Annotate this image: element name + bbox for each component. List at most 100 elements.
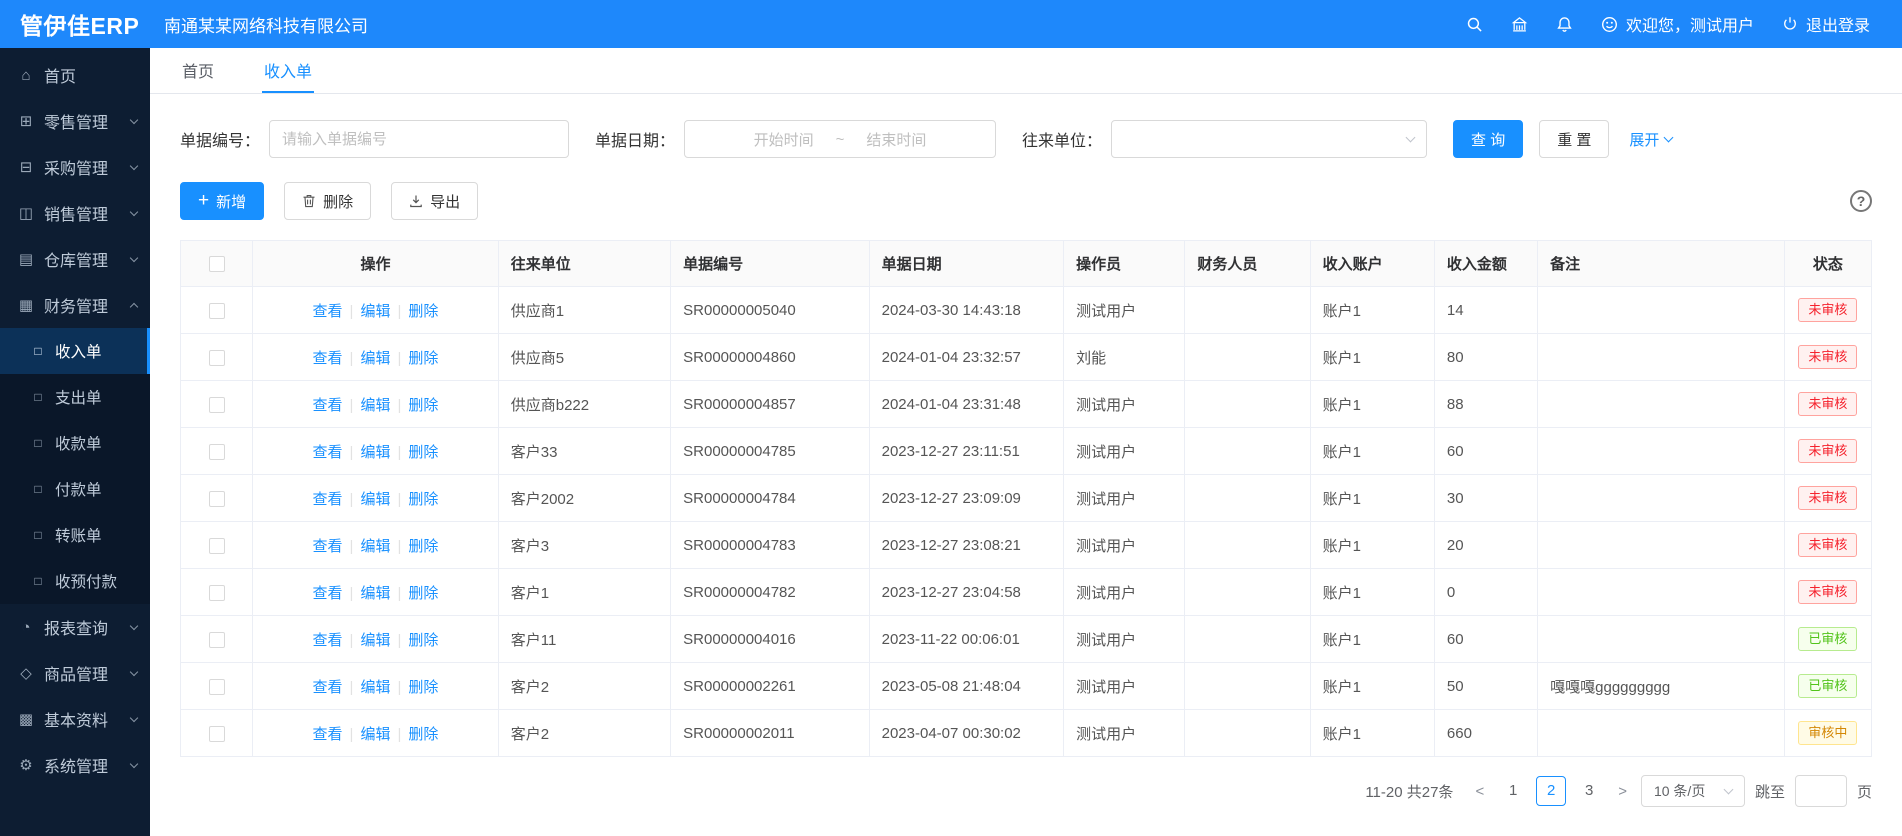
sidebar-subitem[interactable]: □收入单 xyxy=(0,328,150,374)
sidebar-item-label: 基本资料 xyxy=(44,707,108,731)
date-cell: 2023-12-27 23:04:58 xyxy=(869,569,1063,616)
edit-link[interactable]: 编辑 xyxy=(360,491,390,508)
search-icon[interactable] xyxy=(1466,16,1483,33)
finance-person-cell xyxy=(1185,569,1310,616)
row-checkbox[interactable] xyxy=(209,350,225,366)
delete-button[interactable]: 删除 xyxy=(284,182,371,220)
sidebar-subitem[interactable]: □转账单 xyxy=(0,512,150,558)
bell-icon[interactable] xyxy=(1556,16,1573,33)
expand-link[interactable]: 展开 xyxy=(1629,129,1672,150)
add-button[interactable]: + 新增 xyxy=(180,182,264,220)
delete-link[interactable]: 删除 xyxy=(408,726,438,743)
delete-link[interactable]: 删除 xyxy=(408,585,438,602)
sidebar-subitem-label: 转账单 xyxy=(55,524,102,546)
delete-link[interactable]: 删除 xyxy=(408,303,438,320)
edit-link[interactable]: 编辑 xyxy=(360,585,390,602)
reset-button[interactable]: 重 置 xyxy=(1539,120,1609,158)
row-actions-cell: 查看|编辑|删除 xyxy=(253,334,499,381)
edit-link[interactable]: 编辑 xyxy=(360,726,390,743)
sidebar-subitem[interactable]: □收款单 xyxy=(0,420,150,466)
page-size-select[interactable]: 10 条/页 xyxy=(1641,775,1745,807)
view-link[interactable]: 查看 xyxy=(313,585,343,602)
row-checkbox[interactable] xyxy=(209,491,225,507)
system-icon: ⚙ xyxy=(16,756,36,774)
edit-link[interactable]: 编辑 xyxy=(360,350,390,367)
bill-no-input[interactable] xyxy=(269,120,569,158)
document-icon: □ xyxy=(28,390,48,404)
sidebar-item-system[interactable]: ⚙系统管理 xyxy=(0,742,150,788)
help-icon[interactable]: ? xyxy=(1850,190,1872,212)
user-welcome[interactable]: 欢迎您，测试用户 xyxy=(1601,12,1754,36)
page-button-2[interactable]: 2 xyxy=(1536,776,1566,806)
sidebar-item-report[interactable]: ◔报表查询 xyxy=(0,604,150,650)
sidebar-item-basic[interactable]: ▩基本资料 xyxy=(0,696,150,742)
row-checkbox[interactable] xyxy=(209,303,225,319)
row-checkbox[interactable] xyxy=(209,679,225,695)
remark-cell xyxy=(1538,287,1785,334)
row-checkbox-cell xyxy=(181,475,253,522)
sidebar-item-warehouse[interactable]: ▤仓库管理 xyxy=(0,236,150,282)
edit-link[interactable]: 编辑 xyxy=(360,632,390,649)
edit-link[interactable]: 编辑 xyxy=(360,444,390,461)
edit-link[interactable]: 编辑 xyxy=(360,303,390,320)
date-range-picker[interactable]: 开始时间 ~ 结束时间 xyxy=(684,120,996,158)
row-checkbox[interactable] xyxy=(209,726,225,742)
bill-no-cell: SR00000004857 xyxy=(671,381,869,428)
sidebar-item-finance[interactable]: ▦财务管理 xyxy=(0,282,150,328)
next-page-button[interactable]: > xyxy=(1614,783,1631,800)
sidebar-subitem[interactable]: □支出单 xyxy=(0,374,150,420)
view-link[interactable]: 查看 xyxy=(313,538,343,555)
row-checkbox[interactable] xyxy=(209,538,225,554)
tab-active[interactable]: 收入单 xyxy=(262,48,314,93)
view-link[interactable]: 查看 xyxy=(313,397,343,414)
toolbar: + 新增 删除 导出 ? xyxy=(180,182,1872,220)
separator: | xyxy=(397,632,401,649)
logout-button[interactable]: 退出登录 xyxy=(1782,12,1870,36)
column-header: 操作 xyxy=(253,241,499,287)
delete-link[interactable]: 删除 xyxy=(408,397,438,414)
view-link[interactable]: 查看 xyxy=(313,444,343,461)
search-button[interactable]: 查 询 xyxy=(1453,120,1523,158)
view-link[interactable]: 查看 xyxy=(313,350,343,367)
select-all-checkbox[interactable] xyxy=(209,256,225,272)
row-checkbox[interactable] xyxy=(209,397,225,413)
view-link[interactable]: 查看 xyxy=(313,726,343,743)
bill-date-label: 单据日期： xyxy=(595,127,675,151)
edit-link[interactable]: 编辑 xyxy=(360,397,390,414)
delete-link[interactable]: 删除 xyxy=(408,444,438,461)
view-link[interactable]: 查看 xyxy=(313,632,343,649)
view-link[interactable]: 查看 xyxy=(313,303,343,320)
page-button-3[interactable]: 3 xyxy=(1574,776,1604,806)
delete-link[interactable]: 删除 xyxy=(408,538,438,555)
sidebar-item-home[interactable]: ⌂首页 xyxy=(0,52,150,98)
sidebar-item-purchase[interactable]: ⊟采购管理 xyxy=(0,144,150,190)
building-icon[interactable] xyxy=(1511,16,1528,33)
delete-link[interactable]: 删除 xyxy=(408,632,438,649)
app-logo: 管伊佳ERP xyxy=(0,7,150,41)
row-checkbox[interactable] xyxy=(209,444,225,460)
sidebar-item-goods[interactable]: ◇商品管理 xyxy=(0,650,150,696)
unit-select[interactable] xyxy=(1111,120,1427,158)
delete-link[interactable]: 删除 xyxy=(408,350,438,367)
edit-link[interactable]: 编辑 xyxy=(360,679,390,696)
operator-cell: 测试用户 xyxy=(1064,616,1185,663)
view-link[interactable]: 查看 xyxy=(313,491,343,508)
export-button[interactable]: 导出 xyxy=(391,182,478,220)
sidebar-subitem[interactable]: □收预付款 xyxy=(0,558,150,604)
operator-cell: 测试用户 xyxy=(1064,522,1185,569)
delete-link[interactable]: 删除 xyxy=(408,679,438,696)
view-link[interactable]: 查看 xyxy=(313,679,343,696)
row-checkbox[interactable] xyxy=(209,585,225,601)
tab-bar: 首页 收入单 xyxy=(150,48,1902,94)
delete-link[interactable]: 删除 xyxy=(408,491,438,508)
prev-page-button[interactable]: < xyxy=(1471,783,1488,800)
edit-link[interactable]: 编辑 xyxy=(360,538,390,555)
sidebar-item-sales[interactable]: ◫销售管理 xyxy=(0,190,150,236)
expand-label: 展开 xyxy=(1629,129,1659,150)
tab-item[interactable]: 首页 xyxy=(180,48,216,93)
sidebar-subitem[interactable]: □付款单 xyxy=(0,466,150,512)
sidebar-item-retail[interactable]: ⊞零售管理 xyxy=(0,98,150,144)
row-checkbox[interactable] xyxy=(209,632,225,648)
jump-input[interactable] xyxy=(1795,775,1847,807)
page-button-1[interactable]: 1 xyxy=(1498,776,1528,806)
